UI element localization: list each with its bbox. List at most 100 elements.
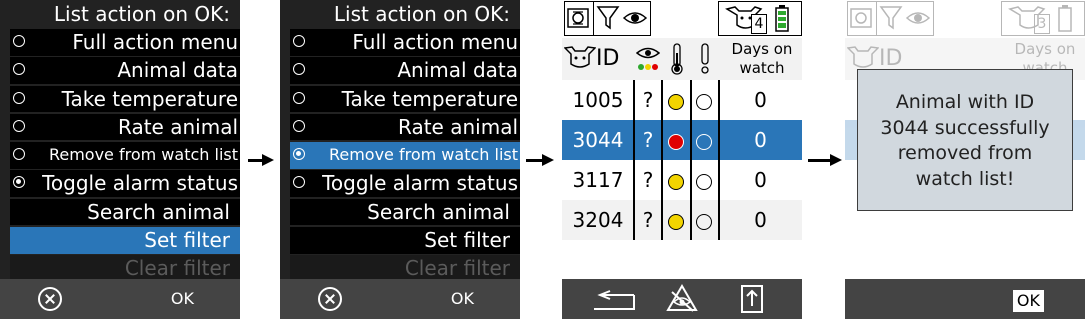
row-id: 3044 <box>572 128 624 152</box>
cow-icon <box>563 44 597 78</box>
column-header-row: ID Days on watch <box>562 38 802 80</box>
dialog-line: removed from <box>897 142 1033 164</box>
table-row[interactable]: 3117? 0 <box>562 160 802 200</box>
count-badge: 3 <box>1034 14 1050 34</box>
eye-icon <box>622 8 648 32</box>
filter-group <box>876 1 934 36</box>
menu-item-full-action-menu[interactable]: Full action menu <box>10 29 240 56</box>
table-row[interactable]: 1005? 0 <box>562 80 802 120</box>
row-days: 0 <box>754 168 767 192</box>
menu-item-remove-from-watch-list[interactable]: Remove from watch list <box>290 142 520 169</box>
row-rating: ? <box>642 168 654 192</box>
dialog-line: 3044 successfully <box>880 116 1050 139</box>
flow-arrow-icon <box>526 154 554 166</box>
alarm-status-icon <box>690 200 718 240</box>
table-row[interactable]: 3044? 0 <box>562 120 802 160</box>
radio-off-icon[interactable] <box>13 35 25 47</box>
eye-off-icon[interactable] <box>666 284 698 318</box>
column-days-line2[interactable]: watch <box>722 59 802 77</box>
row-rating: ? <box>642 128 654 152</box>
softkey-bar: OK <box>0 279 240 319</box>
softkey-bar <box>562 279 802 319</box>
menu-item-search-animal[interactable]: Search animal <box>290 198 520 226</box>
ok-softkey[interactable]: OK <box>171 289 194 308</box>
table-row[interactable]: 3204? 0 <box>562 200 802 240</box>
list-view-icon[interactable] <box>564 1 594 36</box>
dialog-line: watch list! <box>915 167 1015 190</box>
row-days: 0 <box>754 88 767 112</box>
menu-item-animal-data[interactable]: Animal data <box>290 57 520 84</box>
alarm-status-icon <box>690 160 718 200</box>
menu-item-take-temperature[interactable]: Take temperature <box>290 85 520 113</box>
menu-item-rate-animal[interactable]: Rate animal <box>290 113 520 141</box>
row-rating: ? <box>642 208 654 232</box>
temperature-status-icon <box>662 160 690 200</box>
menu-item-search-animal[interactable]: Search animal <box>10 198 240 226</box>
alarm-status-icon <box>690 120 718 160</box>
menu-item-remove-from-watch-list[interactable]: Remove from watch list <box>10 142 240 169</box>
menu-item-clear-filter: Clear filter <box>290 255 520 282</box>
menu-item-clear-filter: Clear filter <box>10 255 240 282</box>
menu-item-full-action-menu[interactable]: Full action menu <box>290 29 520 56</box>
softkey-bar: OK <box>280 279 520 319</box>
column-id: ID <box>879 46 903 71</box>
menu-title: List action on OK: <box>10 0 240 28</box>
thermometer-icon <box>670 43 684 79</box>
radio-off-icon[interactable] <box>293 119 305 132</box>
filter-group[interactable] <box>593 1 651 36</box>
menu-item-set-filter[interactable]: Set filter <box>290 227 520 254</box>
column-days-line1: Days on <box>1014 40 1076 58</box>
menu-item-set-filter[interactable]: Set filter <box>10 227 240 254</box>
menu-item-toggle-alarm-status[interactable]: Toggle alarm status <box>10 170 240 197</box>
column-divider <box>690 80 692 240</box>
column-divider <box>718 80 720 240</box>
menu-item-take-temperature[interactable]: Take temperature <box>10 85 240 113</box>
row-id: 1005 <box>572 88 624 112</box>
alarm-icon <box>699 43 711 79</box>
battery-icon <box>1058 5 1072 36</box>
menu-item-animal-data[interactable]: Animal data <box>10 57 240 84</box>
radio-off-icon[interactable] <box>13 91 25 104</box>
radio-on-icon[interactable] <box>13 176 25 189</box>
radio-off-icon[interactable] <box>293 35 305 47</box>
softkey-bar <box>845 279 1085 319</box>
confirmation-panel: 3 ID Days on watch Animal with ID 3044 s… <box>845 0 1085 319</box>
status-group: 3 <box>1001 1 1085 36</box>
row-days: 0 <box>754 128 767 152</box>
radio-on-icon[interactable] <box>293 148 305 161</box>
column-divider <box>633 80 635 240</box>
menu-panel-1: List action on OK: Full action menu Anim… <box>0 0 240 319</box>
radio-off-icon[interactable] <box>293 63 305 76</box>
cancel-icon[interactable] <box>318 287 342 311</box>
radio-off-icon[interactable] <box>293 176 305 189</box>
battery-icon <box>775 5 789 36</box>
filter-icon[interactable] <box>596 4 622 36</box>
temperature-status-icon <box>662 80 690 120</box>
confirmation-dialog: Animal with ID 3044 successfully removed… <box>857 69 1073 211</box>
menu-item-toggle-alarm-status[interactable]: Toggle alarm status <box>290 170 520 197</box>
flow-arrow-icon <box>808 154 842 166</box>
list-view-icon <box>847 1 877 36</box>
column-id[interactable]: ID <box>596 46 619 71</box>
menu-item-rate-animal[interactable]: Rate animal <box>10 113 240 141</box>
radio-off-icon[interactable] <box>293 91 305 104</box>
back-arrow-icon[interactable] <box>590 287 638 317</box>
ok-softkey[interactable]: OK <box>451 289 474 308</box>
count-badge: 4 <box>751 14 767 34</box>
flow-arrow-icon <box>248 154 274 166</box>
dialog-line: Animal with ID <box>895 91 1035 113</box>
eye-icon <box>905 8 931 32</box>
radio-off-icon[interactable] <box>13 63 25 76</box>
list-header: 4 <box>562 0 802 38</box>
row-rating: ? <box>642 88 654 112</box>
column-days-line1[interactable]: Days on <box>722 40 802 58</box>
filter-icon <box>879 4 905 36</box>
row-days: 0 <box>754 208 767 232</box>
ok-softkey[interactable]: OK <box>1012 290 1044 312</box>
menu-title: List action on OK: <box>290 0 520 28</box>
radio-off-icon[interactable] <box>13 148 25 161</box>
radio-off-icon[interactable] <box>13 119 25 132</box>
column-divider <box>661 80 663 240</box>
cancel-icon[interactable] <box>38 287 62 311</box>
export-icon[interactable] <box>740 284 764 318</box>
